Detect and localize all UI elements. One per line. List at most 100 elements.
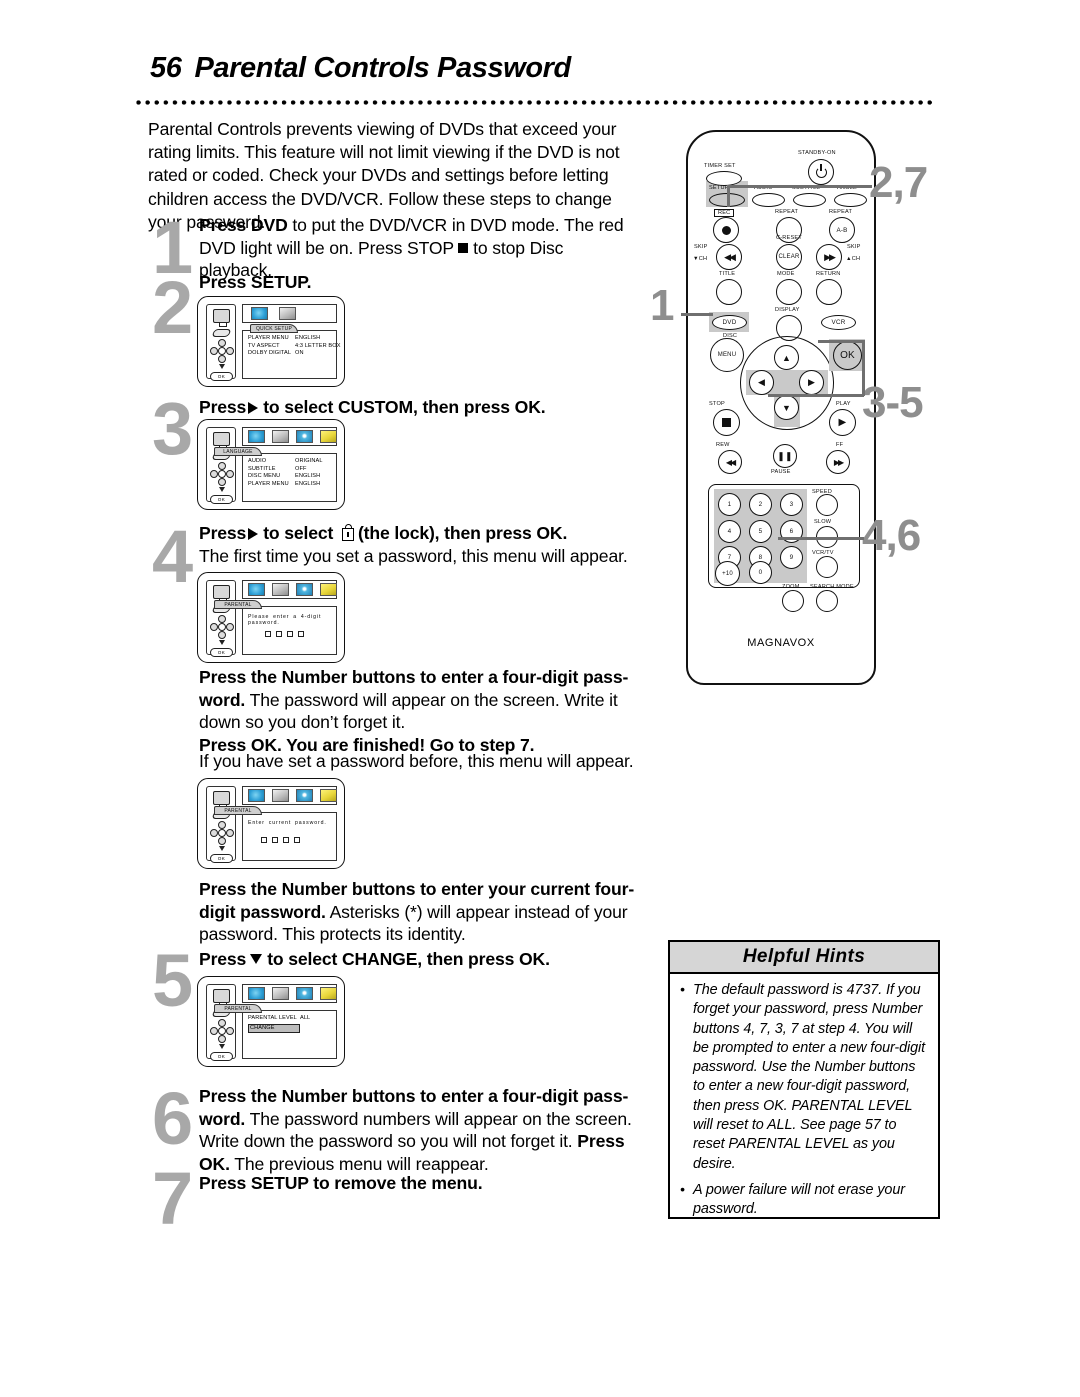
osd-sidebar: OK (206, 984, 236, 1061)
tv-icon[interactable] (272, 430, 289, 444)
title-label: TITLE (719, 271, 736, 277)
number-1-button[interactable]: 1 (718, 493, 741, 516)
remote-icon (213, 327, 230, 336)
rew-button[interactable]: ◀◀ (718, 450, 742, 474)
skip-up-label: SKIP (847, 244, 861, 250)
osd-rows: PLAYER MENU ENGLISH TV ASPECT 4:3 LETTER B… (248, 335, 340, 358)
timer-set-button[interactable] (706, 171, 742, 186)
disc-icon[interactable] (296, 583, 313, 597)
lock-icon[interactable] (320, 583, 337, 597)
step-3-number: 3 (152, 387, 193, 470)
step-2-number: 2 (152, 266, 193, 349)
dotted-rule-divider (136, 100, 936, 109)
vcr-tv-button[interactable] (816, 556, 838, 578)
disc-menu-button[interactable]: MENU (710, 338, 744, 372)
skip-down-button[interactable]: ◀◀ (716, 244, 742, 270)
step-5-number: 5 (152, 939, 193, 1022)
osd-row-key: PARENTAL LEVEL (248, 1015, 297, 1021)
dpad-icon (210, 615, 234, 639)
repeat-ab-button[interactable]: A-B (829, 217, 855, 243)
repeat-ab-label: REPEAT (829, 209, 853, 215)
disc-icon[interactable] (296, 430, 313, 444)
block-current-password: Press the Number buttons to enter your c… (199, 878, 639, 946)
dpad-left-button[interactable]: ◀ (749, 370, 774, 395)
password-entry-boxes[interactable] (261, 830, 305, 848)
standby-on-button[interactable] (808, 159, 834, 185)
audio-button[interactable] (752, 193, 785, 207)
number-4-button[interactable]: 4 (718, 520, 741, 543)
plus-ten-button[interactable]: +10 (715, 561, 740, 586)
remote-body: TIMER SET STANDBY-ON SETUP AUDIO SUBTITL… (686, 130, 876, 685)
callout-2-7-line (727, 185, 872, 188)
globe-icon[interactable] (248, 789, 265, 803)
pause-button[interactable]: ❚❚ (773, 444, 797, 468)
osd-row-value: ENGLISH (295, 335, 321, 341)
tv-icon[interactable] (272, 583, 289, 597)
vcr-button[interactable]: VCR (821, 315, 856, 330)
osd-quick-setup: OK QUICK SETUP PLAYER MENU ENGLISH TV ASP… (197, 296, 345, 387)
disc-icon[interactable] (296, 789, 313, 803)
rec-button[interactable] (713, 217, 739, 243)
subtitle-button[interactable] (793, 193, 826, 207)
number-5-button[interactable]: 5 (749, 520, 772, 543)
step-7-text: Press SETUP to remove the menu. (199, 1172, 483, 1195)
osd-row: SUBTITLE OFF (248, 466, 333, 474)
number-2-button[interactable]: 2 (749, 493, 772, 516)
tv-icon[interactable] (272, 789, 289, 803)
tv-icon[interactable] (279, 307, 296, 321)
lock-icon[interactable] (320, 987, 337, 1001)
play-button[interactable]: ▶ (829, 409, 856, 436)
zoom-button[interactable] (782, 590, 804, 612)
title-button[interactable] (716, 279, 742, 305)
osd-tab-label: PARENTAL (214, 806, 262, 815)
callout-3-5-line-bottom (768, 394, 864, 397)
osd-parental-level: OK PARENTAL PARENTAL LEVEL ALL CHANGE (197, 976, 345, 1067)
ok-button[interactable]: OK (833, 341, 862, 370)
lock-icon[interactable] (320, 789, 337, 803)
number-3-button[interactable]: 3 (780, 493, 803, 516)
angle-button[interactable] (834, 193, 867, 207)
return-label: RETURN (816, 271, 841, 277)
globe-icon[interactable] (248, 583, 265, 597)
remote-control-diagram: TIMER SET STANDBY-ON SETUP AUDIO SUBTITL… (672, 130, 892, 690)
speed-button[interactable] (816, 494, 838, 516)
globe-icon[interactable] (248, 987, 265, 1001)
ff-button[interactable]: ▶▶ (826, 450, 850, 474)
dpad-down-button[interactable]: ▼ (774, 395, 799, 420)
page-number: 56 (150, 52, 182, 84)
clear-button[interactable]: CLEAR (776, 244, 802, 270)
return-button[interactable] (816, 279, 842, 305)
dpad-icon (210, 339, 234, 363)
tv-icon[interactable] (272, 987, 289, 1001)
step-2-bold: Press SETUP. (199, 272, 312, 292)
osd-rows: PARENTAL LEVEL ALL CHANGE (248, 1015, 333, 1033)
stop-button[interactable] (713, 409, 740, 436)
globe-icon[interactable] (251, 307, 268, 321)
osd-tab-label: LANGUAGE (214, 447, 262, 456)
step-4-sub: The first time you set a password, this … (199, 545, 628, 566)
search-mode-button[interactable] (816, 590, 838, 612)
osd-row-value: ALL (300, 1015, 311, 1021)
osd-change-option[interactable]: CHANGE (248, 1023, 300, 1033)
osd-row: PLAYER MENU ENGLISH (248, 335, 333, 343)
dvd-button[interactable]: DVD (712, 315, 747, 330)
down-arrow-icon (250, 954, 263, 964)
osd-rows: AUDIO ORIGINAL SUBTITLE OFF DISC MENU ENGLI… (248, 458, 333, 488)
step-4-bold-a: Press (199, 523, 247, 543)
down-arrow-icon (219, 846, 225, 851)
osd-sidebar: OK (206, 427, 236, 504)
password-entry-boxes[interactable] (265, 624, 309, 642)
number-9-button[interactable]: 9 (780, 546, 803, 569)
lock-icon[interactable] (320, 430, 337, 444)
ok-pill: OK (210, 372, 233, 381)
callout-2-7-drop (727, 185, 730, 207)
mode-button[interactable] (776, 279, 802, 305)
osd-row: PLAYER MENU ENGLISH (248, 481, 333, 489)
callout-4-6: 4,6 (862, 511, 921, 560)
dpad-up-button[interactable]: ▲ (774, 345, 799, 370)
skip-up-button[interactable]: ▶▶ (816, 244, 842, 270)
dpad-right-button[interactable]: ▶ (799, 370, 824, 395)
globe-icon[interactable] (248, 430, 265, 444)
number-0-button[interactable]: 0 (749, 561, 772, 584)
disc-icon[interactable] (296, 987, 313, 1001)
